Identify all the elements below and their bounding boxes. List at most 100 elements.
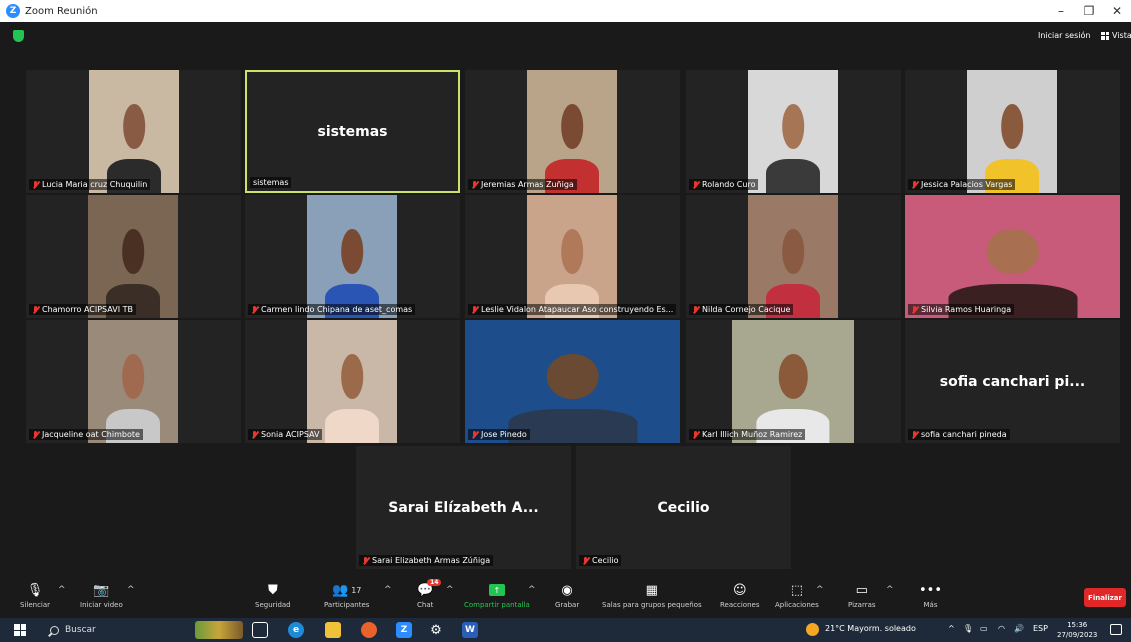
- participant-name-label: Jeremias Armas Zuñiga: [468, 179, 577, 190]
- participant-tile[interactable]: sofia canchari pi... sofia canchari pined…: [905, 320, 1120, 443]
- participant-tile[interactable]: Jacqueline oat Chimbote: [26, 320, 241, 443]
- participant-tile[interactable]: Carmen lindo Chipana de aset_comas: [245, 195, 460, 318]
- participant-video: [527, 195, 617, 318]
- breakout-rooms-button[interactable]: ▦ Salas para grupos pequeños: [602, 581, 702, 610]
- chrome-icon[interactable]: [361, 622, 377, 638]
- minimize-button[interactable]: –: [1047, 0, 1075, 22]
- notifications-icon[interactable]: [1110, 624, 1122, 635]
- chat-icon: 💬 14: [417, 579, 442, 599]
- more-icon: •••: [919, 582, 943, 598]
- participant-video: [89, 70, 179, 193]
- participants-button[interactable]: 👥 17 Participantes: [324, 581, 369, 610]
- muted-microphone-icon: [692, 180, 699, 189]
- participant-name: Jose Pinedo: [481, 430, 527, 439]
- weather-text[interactable]: 21°C Mayorm. soleado: [825, 624, 916, 633]
- participant-name-label: Nilda Cornejo Cacique: [689, 304, 794, 315]
- video-options-caret-icon[interactable]: ^: [127, 585, 135, 595]
- apps-button[interactable]: ⬚ Aplicaciones: [775, 581, 819, 610]
- participant-tile[interactable]: Lucia Maria cruz Chuquilin: [26, 70, 241, 193]
- participant-tile[interactable]: Sonia ACIPSAV: [245, 320, 460, 443]
- participant-tile[interactable]: Rolando Curo: [686, 70, 901, 193]
- muted-microphone-icon: [582, 556, 589, 565]
- participant-tile[interactable]: Jessica Palacios Vargas: [905, 70, 1120, 193]
- participant-name-label: Cecilio: [579, 555, 622, 566]
- shield-icon: ⛊: [267, 582, 278, 598]
- participant-video: [307, 195, 397, 318]
- participant-head: [986, 229, 1039, 274]
- security-shield-icon[interactable]: [13, 30, 24, 42]
- whiteboards-button[interactable]: ▭ Pizarras: [848, 581, 876, 610]
- participant-head: [122, 229, 144, 274]
- participant-video: [88, 320, 178, 443]
- participant-tile[interactable]: Jose Pinedo: [465, 320, 680, 443]
- close-button[interactable]: ✕: [1103, 0, 1131, 22]
- language-indicator[interactable]: ESP: [1033, 624, 1048, 633]
- share-label: Compartir pantalla: [464, 601, 530, 609]
- participant-name: Sarai Elizabeth Armas Zúñiga: [372, 556, 491, 565]
- clock-time: 15:36: [1067, 621, 1088, 629]
- whiteboards-caret-icon[interactable]: ^: [886, 585, 894, 595]
- security-button[interactable]: ⛊ Seguridad: [255, 581, 291, 610]
- breakout-rooms-icon: ▦: [645, 582, 658, 598]
- participant-body: [325, 408, 379, 443]
- audio-options-caret-icon[interactable]: ^: [58, 585, 66, 595]
- taskbar-clock[interactable]: 15:36 27/09/2023: [1057, 620, 1097, 640]
- apps-caret-icon[interactable]: ^: [816, 585, 824, 595]
- edge-browser-icon[interactable]: e: [288, 622, 304, 638]
- breakout-label: Salas para grupos pequeños: [602, 601, 702, 609]
- wifi-icon[interactable]: ◠: [998, 624, 1005, 633]
- taskbar-search[interactable]: Buscar: [40, 620, 190, 640]
- participant-head: [782, 104, 804, 149]
- participant-name: Chamorro ACIPSAVI TB: [42, 305, 133, 314]
- windows-start-icon[interactable]: [14, 624, 26, 636]
- participant-tile[interactable]: Leslie Vidalon Atapaucar Aso construyend…: [465, 195, 680, 318]
- participant-tile[interactable]: Jeremias Armas Zuñiga: [465, 70, 680, 193]
- participant-name-label: sistemas: [250, 177, 292, 188]
- meeting-toolbar: 🎙 Silenciar ^ 📷 Iniciar video ^ ⛊ Seguri…: [0, 578, 1131, 616]
- mute-button[interactable]: 🎙 Silenciar: [20, 581, 50, 610]
- reactions-button[interactable]: ☺ Reacciones: [720, 581, 760, 610]
- share-screen-button[interactable]: ↑ Compartir pantalla: [464, 581, 530, 609]
- share-caret-icon[interactable]: ^: [528, 585, 536, 595]
- participant-head: [1001, 104, 1023, 149]
- participants-icon: 👥 17: [332, 582, 362, 598]
- signin-button[interactable]: Iniciar sesión: [1038, 31, 1090, 40]
- participant-tile[interactable]: Cecilio Cecilio: [576, 446, 791, 569]
- participant-tile[interactable]: Silvia Ramos Huaringa: [905, 195, 1120, 318]
- end-meeting-button[interactable]: Finalizar: [1084, 588, 1126, 607]
- muted-microphone-icon: [251, 430, 258, 439]
- participant-tile[interactable]: sistemas sistemas: [245, 70, 460, 193]
- start-video-button[interactable]: 📷 Iniciar video: [80, 581, 123, 610]
- participant-name-label: Lucia Maria cruz Chuquilin: [29, 179, 151, 190]
- participant-tile[interactable]: Sarai Elízabeth A... Sarai Elizabeth Arma…: [356, 446, 571, 569]
- participant-head: [123, 104, 145, 149]
- participants-caret-icon[interactable]: ^: [384, 585, 392, 595]
- reactions-label: Reacciones: [720, 601, 760, 609]
- zoom-taskbar-icon[interactable]: Z: [396, 622, 412, 638]
- chat-caret-icon[interactable]: ^: [446, 585, 454, 595]
- participant-tile[interactable]: Karl Illich Muñoz Ramirez: [686, 320, 901, 443]
- grid-view-icon: [1101, 31, 1109, 40]
- participant-name: Nilda Cornejo Cacique: [702, 305, 791, 314]
- participant-name-label: Chamorro ACIPSAVI TB: [29, 304, 136, 315]
- muted-microphone-icon: [692, 430, 699, 439]
- more-button[interactable]: ••• Más: [919, 581, 943, 610]
- security-label: Seguridad: [255, 601, 291, 609]
- file-explorer-icon[interactable]: [325, 622, 341, 638]
- chat-button[interactable]: 💬 14 Chat: [417, 579, 442, 609]
- record-button[interactable]: ◉ Grabar: [555, 581, 579, 610]
- word-icon[interactable]: W: [462, 622, 478, 638]
- tray-chevron-icon[interactable]: ^: [948, 624, 955, 633]
- view-button[interactable]: Vista: [1101, 31, 1131, 40]
- participant-name-label: Leslie Vidalon Atapaucar Aso construyend…: [468, 304, 677, 315]
- settings-gear-icon[interactable]: ⚙: [428, 622, 444, 638]
- meeting-header: Iniciar sesión Vista: [0, 22, 1131, 52]
- maximize-button[interactable]: ❐: [1075, 0, 1103, 22]
- participant-tile[interactable]: Nilda Cornejo Cacique: [686, 195, 901, 318]
- participant-tile[interactable]: Chamorro ACIPSAVI TB: [26, 195, 241, 318]
- muted-microphone-icon: [362, 556, 369, 565]
- battery-icon[interactable]: ▭: [980, 624, 988, 633]
- volume-icon[interactable]: 🔊: [1014, 624, 1024, 633]
- tray-app-icon[interactable]: 🎙: [963, 624, 973, 633]
- task-view-icon[interactable]: [252, 622, 268, 638]
